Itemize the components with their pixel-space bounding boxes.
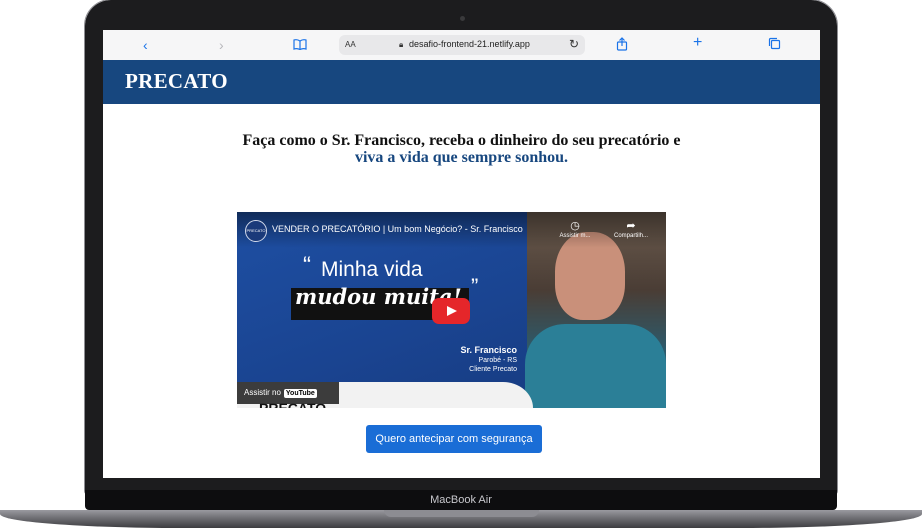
- site-header: PRECATO: [103, 60, 820, 104]
- page-headline: Faça como o Sr. Francisco, receba o dinh…: [103, 132, 820, 166]
- headline-line-1: Faça como o Sr. Francisco, receba o dinh…: [242, 132, 681, 149]
- channel-avatar[interactable]: PRECATO: [245, 220, 267, 242]
- speaker-shirt: [525, 324, 666, 408]
- play-icon[interactable]: [432, 298, 470, 324]
- speaker-caption: Sr. Francisco Parobé - RS Cliente Precat…: [437, 345, 517, 374]
- url-text: desafio-frontend-21.netlify.app: [409, 39, 530, 49]
- site-logo[interactable]: PRECATO: [125, 69, 228, 94]
- device-label: MacBook Air: [430, 494, 492, 506]
- watch-later-label: Assistir m...: [559, 233, 591, 239]
- youtube-logo: YouTube: [283, 389, 317, 398]
- close-quote-icon: ”: [471, 274, 479, 299]
- laptop-base-notch: [384, 510, 539, 517]
- clock-icon: ◷: [570, 220, 580, 232]
- back-icon[interactable]: ‹: [143, 37, 148, 53]
- video-title[interactable]: VENDER O PRECATÓRIO | Um bom Negócio? - …: [272, 224, 523, 234]
- cta-button[interactable]: Quero antecipar com segurança: [366, 425, 542, 453]
- speaker-city: Parobé - RS: [478, 357, 517, 364]
- new-tab-icon[interactable]: +: [693, 35, 702, 51]
- tabs-icon[interactable]: [768, 37, 781, 53]
- screen: ‹ › AA 🔒︎ desafio-frontend-21.netlify.ap…: [103, 30, 820, 478]
- speaker-role: Cliente Precato: [469, 366, 517, 373]
- video-quote-text: Minha vida: [321, 258, 423, 281]
- browser-toolbar: ‹ › AA 🔒︎ desafio-frontend-21.netlify.ap…: [103, 30, 820, 61]
- reload-icon[interactable]: ↻: [569, 37, 579, 51]
- open-quote-icon: “: [303, 252, 311, 279]
- lock-icon: 🔒︎: [399, 40, 404, 49]
- share-arrow-icon: ➦: [626, 220, 636, 232]
- watch-on-youtube-button[interactable]: Assistir no YouTube: [237, 382, 339, 404]
- camera-icon: [460, 16, 465, 21]
- address-bar[interactable]: AA 🔒︎ desafio-frontend-21.netlify.app ↻: [339, 35, 585, 55]
- watch-on-label: Assistir no: [244, 388, 281, 397]
- forward-icon[interactable]: ›: [219, 37, 224, 53]
- watch-later-button[interactable]: ◷ Assistir m...: [555, 220, 595, 240]
- bookmarks-icon[interactable]: [293, 37, 307, 53]
- headline-line-2: viva a vida que sempre sonhou.: [354, 149, 569, 166]
- share-video-button[interactable]: ➦ Compartilh...: [611, 220, 651, 240]
- share-video-label: Compartilh...: [613, 233, 648, 239]
- share-icon[interactable]: [616, 37, 628, 54]
- text-size-button[interactable]: AA: [345, 40, 356, 49]
- video-embed[interactable]: PRECATO VENDER O PRECATÓRIO | Um bom Neg…: [237, 212, 666, 408]
- laptop-chin: MacBook Air: [85, 490, 837, 510]
- speaker-name: Sr. Francisco: [460, 345, 517, 355]
